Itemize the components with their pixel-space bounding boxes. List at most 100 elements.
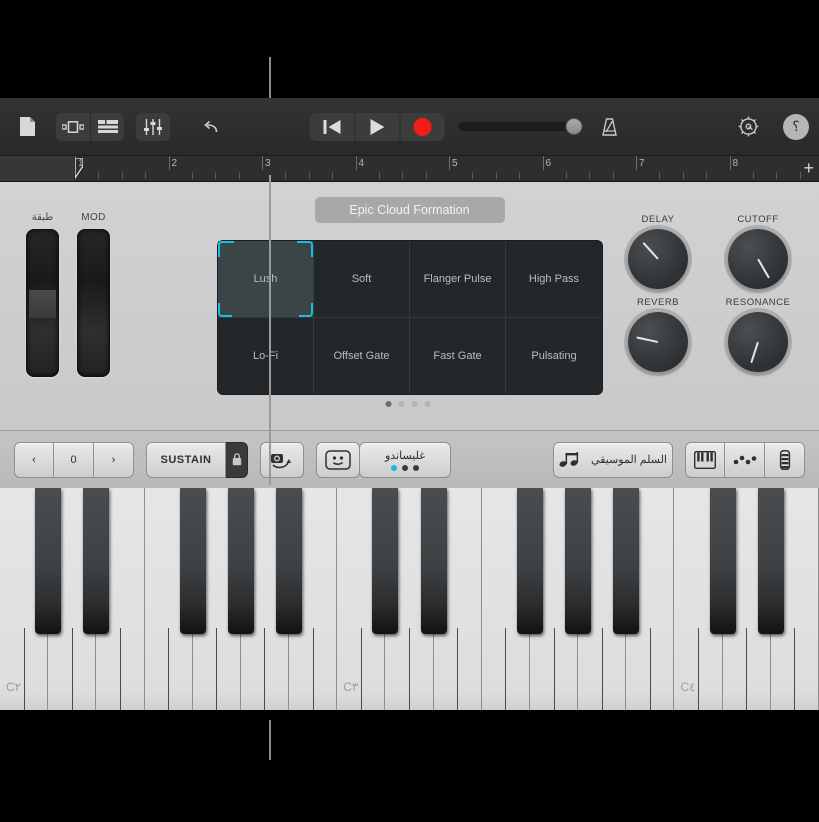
help-button[interactable]: ؟ bbox=[783, 113, 809, 140]
black-key[interactable] bbox=[372, 488, 399, 634]
preset-cell[interactable]: Soft bbox=[314, 241, 410, 318]
knob-reverb[interactable] bbox=[628, 312, 688, 372]
undo-icon[interactable] bbox=[193, 112, 227, 142]
page-dot[interactable] bbox=[398, 401, 405, 407]
view-mode-segmented-control bbox=[56, 112, 124, 141]
ruler-tick bbox=[495, 172, 497, 179]
key-divider bbox=[457, 628, 459, 710]
preset-page-dots bbox=[385, 401, 431, 407]
ruler-tick bbox=[612, 172, 614, 179]
keyboard-view-segmented-control bbox=[685, 441, 805, 478]
preset-title-button[interactable]: Epic Cloud Formation bbox=[314, 197, 505, 223]
sustain-button[interactable]: SUSTAIN bbox=[146, 441, 226, 478]
preset-grid: Lush Soft Flanger Pulse High Pass Lo-Fi Offse… bbox=[217, 240, 603, 395]
knob-cutoff[interactable] bbox=[728, 229, 788, 289]
add-track-button[interactable]: + bbox=[803, 159, 814, 177]
preset-label: Lo-Fi bbox=[252, 349, 279, 362]
track-view-icon[interactable] bbox=[56, 113, 90, 141]
black-key[interactable] bbox=[35, 488, 62, 634]
knob-label: CUTOFF bbox=[737, 214, 779, 225]
arpeggiator-icon[interactable] bbox=[260, 441, 304, 478]
ruler-tick bbox=[659, 172, 661, 179]
key-divider bbox=[71, 628, 73, 710]
preset-cell[interactable]: Fast Gate bbox=[410, 317, 506, 394]
rewind-button[interactable] bbox=[309, 113, 354, 141]
black-key[interactable] bbox=[709, 488, 736, 634]
document-icon[interactable] bbox=[10, 112, 44, 142]
knob-delay[interactable] bbox=[628, 229, 688, 289]
page-dot[interactable] bbox=[385, 401, 392, 407]
keyboard-icon[interactable] bbox=[685, 441, 725, 478]
black-key[interactable] bbox=[83, 488, 110, 634]
ruler-tick bbox=[472, 172, 474, 179]
ruler-tick bbox=[565, 172, 567, 179]
glissando-button[interactable]: غليساندو bbox=[359, 441, 451, 478]
ruler-tick bbox=[215, 172, 217, 179]
faders-icon[interactable] bbox=[136, 112, 170, 141]
scale-button[interactable]: السلم الموسيقي bbox=[553, 441, 673, 478]
glissando-dot bbox=[413, 464, 419, 471]
key-divider bbox=[553, 628, 555, 710]
knob-group: DELAY CUTOFF REVERB RESONANCE bbox=[615, 214, 801, 372]
strip-icon[interactable] bbox=[765, 441, 805, 478]
lock-icon[interactable] bbox=[226, 441, 248, 478]
black-key[interactable] bbox=[227, 488, 254, 634]
black-key[interactable] bbox=[757, 488, 784, 634]
bar-number: 4 bbox=[358, 158, 365, 169]
master-volume-slider[interactable] bbox=[458, 118, 582, 135]
preset-cell[interactable]: Pulsating bbox=[506, 318, 602, 395]
pitch-bend-wheel[interactable] bbox=[26, 229, 59, 377]
toolbar: ؟ bbox=[0, 98, 819, 156]
metronome-icon[interactable] bbox=[592, 112, 626, 142]
black-key[interactable] bbox=[179, 488, 206, 634]
preset-cell[interactable]: Offset Gate bbox=[314, 317, 410, 394]
list-view-icon[interactable] bbox=[90, 112, 124, 141]
play-button[interactable] bbox=[354, 112, 399, 141]
octave-label: C٤ bbox=[680, 680, 696, 694]
preset-label: Soft bbox=[351, 272, 372, 285]
pitch-bend-thumb[interactable] bbox=[29, 290, 56, 318]
preset-cell[interactable]: High Pass bbox=[506, 241, 602, 318]
modulation-wheel[interactable] bbox=[77, 229, 110, 377]
knob-pointer bbox=[642, 241, 659, 260]
bar-line bbox=[262, 156, 263, 170]
preset-cell[interactable]: Flanger Pulse bbox=[410, 241, 506, 318]
smiley-icon[interactable] bbox=[316, 441, 360, 478]
ruler-tick bbox=[145, 172, 147, 179]
black-key[interactable] bbox=[420, 488, 447, 634]
notes-grid-icon[interactable] bbox=[725, 441, 765, 478]
knob-column: REVERB bbox=[615, 297, 701, 372]
callout-line-middle bbox=[269, 175, 271, 485]
playhead-flag[interactable] bbox=[75, 158, 83, 180]
black-key[interactable] bbox=[565, 488, 592, 634]
black-key[interactable] bbox=[516, 488, 543, 634]
page-dot[interactable] bbox=[411, 401, 418, 407]
black-key[interactable] bbox=[276, 488, 303, 634]
page-dot[interactable] bbox=[424, 401, 431, 407]
key-divider bbox=[746, 628, 748, 710]
black-key[interactable] bbox=[613, 488, 640, 634]
bar-line bbox=[168, 156, 170, 170]
key-divider bbox=[698, 628, 700, 710]
strip-right-group: السلم الموسيقي bbox=[553, 441, 805, 478]
bar-number: 3 bbox=[265, 158, 271, 169]
knob-column: RESONANCE bbox=[715, 297, 801, 372]
keyboard-control-strip: ‹ 0 › SUSTAIN غليساندو السلم الموسيقي bbox=[0, 430, 819, 488]
record-button[interactable] bbox=[399, 112, 444, 141]
strip-left-group: ‹ 0 › SUSTAIN bbox=[14, 441, 360, 478]
octave-up-button[interactable]: › bbox=[94, 441, 134, 478]
volume-slider-knob[interactable] bbox=[565, 118, 582, 135]
instrument-panel: Epic Cloud Formation طبقة MOD Lush Soft Fl… bbox=[0, 182, 819, 430]
key-divider bbox=[794, 628, 796, 710]
gear-icon[interactable] bbox=[731, 112, 765, 142]
piano-keyboard[interactable]: C٢ C٣ C٤ bbox=[0, 488, 819, 720]
knob-resonance[interactable] bbox=[728, 312, 788, 372]
pitch-bend-label: طبقة bbox=[31, 212, 54, 223]
ruler-tick bbox=[425, 172, 427, 179]
timeline-ruler[interactable]: 12345678 + bbox=[0, 156, 819, 182]
octave-down-button[interactable]: ‹ bbox=[14, 441, 54, 478]
preset-cell[interactable]: Lush bbox=[218, 241, 314, 318]
preset-cell[interactable]: Lo-Fi bbox=[218, 317, 314, 394]
ruler-tick bbox=[402, 172, 404, 179]
selection-corner bbox=[299, 302, 313, 317]
